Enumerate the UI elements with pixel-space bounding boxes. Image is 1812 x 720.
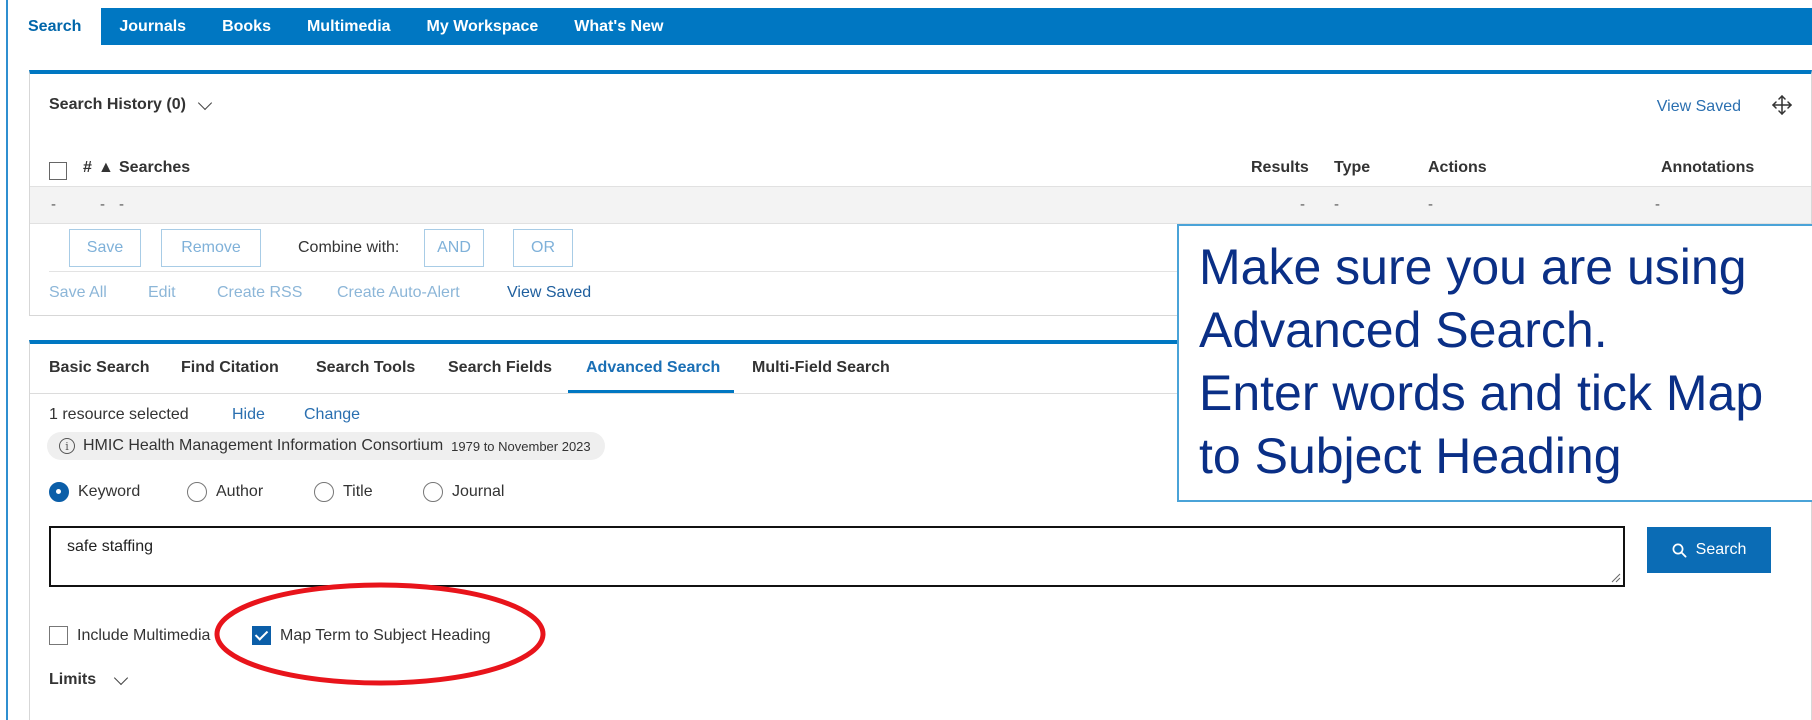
col-actions: Actions (1428, 159, 1487, 176)
col-type: Type (1334, 159, 1371, 176)
left-accent-line (6, 0, 8, 720)
radio-title-label: Title (343, 483, 373, 500)
sort-ascending-icon[interactable]: ▲ (98, 159, 114, 177)
table-row: - - - - - - - (30, 186, 1811, 224)
radio-author[interactable]: Author (187, 482, 263, 502)
radio-title[interactable]: Title (314, 482, 373, 502)
tab-search-tools[interactable]: Search Tools (316, 359, 415, 377)
nav-tab-multimedia[interactable]: Multimedia (289, 8, 409, 45)
resource-selected-count: 1 resource selected (49, 406, 189, 423)
col-number[interactable]: # (83, 159, 92, 177)
callout-line-3: Enter words and tick Map (1199, 365, 1764, 421)
search-history-toggle[interactable]: Search History (0) (49, 95, 213, 114)
radio-unselected-icon[interactable] (187, 482, 207, 502)
edit-link[interactable]: Edit (148, 284, 176, 302)
include-multimedia-checkbox[interactable] (49, 626, 68, 645)
create-rss-link[interactable]: Create RSS (217, 284, 302, 302)
chevron-down-icon (197, 95, 213, 110)
save-button[interactable]: Save (69, 229, 141, 267)
move-icon[interactable] (1771, 94, 1793, 116)
radio-journal-label: Journal (452, 483, 505, 500)
tab-basic-search[interactable]: Basic Search (49, 359, 150, 377)
col-results: Results (1251, 159, 1309, 176)
select-all-checkbox[interactable] (49, 162, 67, 180)
save-all-link[interactable]: Save All (49, 284, 107, 302)
nav-tab-my-workspace[interactable]: My Workspace (409, 8, 557, 45)
hide-resources-link[interactable]: Hide (232, 406, 265, 424)
create-auto-alert-link[interactable]: Create Auto-Alert (337, 284, 460, 302)
tab-search-fields[interactable]: Search Fields (448, 359, 552, 377)
callout-line-4: to Subject Heading (1199, 428, 1622, 484)
instruction-callout: Make sure you are using Advanced Search.… (1177, 224, 1812, 502)
history-table-header: # ▲ Searches Results Type Actions Annota… (30, 154, 1811, 184)
view-saved-bottom-link[interactable]: View Saved (507, 284, 591, 302)
row-number: - (51, 196, 56, 213)
radio-keyword-label: Keyword (78, 483, 141, 500)
resize-grip-icon[interactable] (1611, 573, 1621, 583)
radio-unselected-icon[interactable] (423, 482, 443, 502)
row-annotations: - (1655, 196, 1660, 213)
search-history-title: Search History (0) (49, 96, 186, 113)
resource-chip: i HMIC Health Management Information Con… (47, 432, 605, 460)
combine-with-label: Combine with: (298, 239, 400, 256)
search-button-label: Search (1695, 541, 1747, 558)
radio-author-label: Author (216, 483, 264, 500)
nav-tab-journals[interactable]: Journals (101, 8, 204, 45)
callout-line-1: Make sure you are using (1199, 239, 1747, 295)
nav-tab-books[interactable]: Books (204, 8, 289, 45)
highlight-ellipse (214, 582, 546, 686)
active-tab-underline (568, 390, 734, 393)
radio-journal[interactable]: Journal (423, 482, 504, 502)
col-searches: Searches (119, 159, 191, 176)
resource-name: HMIC Health Management Information Conso… (83, 437, 444, 454)
row-search-b: - (119, 196, 124, 213)
search-query-text: safe staffing (67, 538, 153, 555)
view-saved-link[interactable]: View Saved (1657, 98, 1741, 116)
change-resources-link[interactable]: Change (304, 406, 360, 424)
search-query-input[interactable]: safe staffing (49, 526, 1625, 587)
radio-keyword[interactable]: Keyword (49, 482, 140, 502)
top-navigation: Search Journals Books Multimedia My Work… (8, 8, 1812, 45)
row-type: - (1334, 196, 1339, 213)
resource-years: 1979 to November 2023 (451, 438, 591, 454)
combine-or-button[interactable]: OR (513, 229, 573, 267)
callout-line-2: Advanced Search. (1199, 302, 1608, 358)
limits-label: Limits (49, 671, 97, 688)
remove-button[interactable]: Remove (161, 229, 261, 267)
limits-toggle[interactable]: Limits (49, 670, 129, 689)
tab-multi-field-search[interactable]: Multi-Field Search (752, 359, 890, 377)
tab-advanced-search[interactable]: Advanced Search (586, 359, 720, 377)
chevron-down-icon (114, 670, 129, 685)
include-multimedia-option[interactable]: Include Multimedia (49, 626, 210, 645)
nav-tab-search[interactable]: Search (8, 8, 102, 45)
row-results: - (1300, 196, 1305, 213)
nav-tab-whats-new[interactable]: What's New (556, 8, 681, 45)
tab-find-citation[interactable]: Find Citation (181, 359, 279, 377)
search-button[interactable]: Search (1647, 527, 1771, 573)
col-annotations: Annotations (1661, 159, 1755, 176)
row-actions: - (1428, 196, 1433, 213)
include-multimedia-label: Include Multimedia (77, 626, 211, 644)
row-search-a: - (100, 196, 105, 213)
radio-unselected-icon[interactable] (314, 482, 334, 502)
search-icon (1672, 543, 1687, 558)
radio-selected-icon[interactable] (49, 482, 69, 502)
combine-and-button[interactable]: AND (424, 229, 484, 267)
info-icon[interactable]: i (59, 438, 75, 454)
